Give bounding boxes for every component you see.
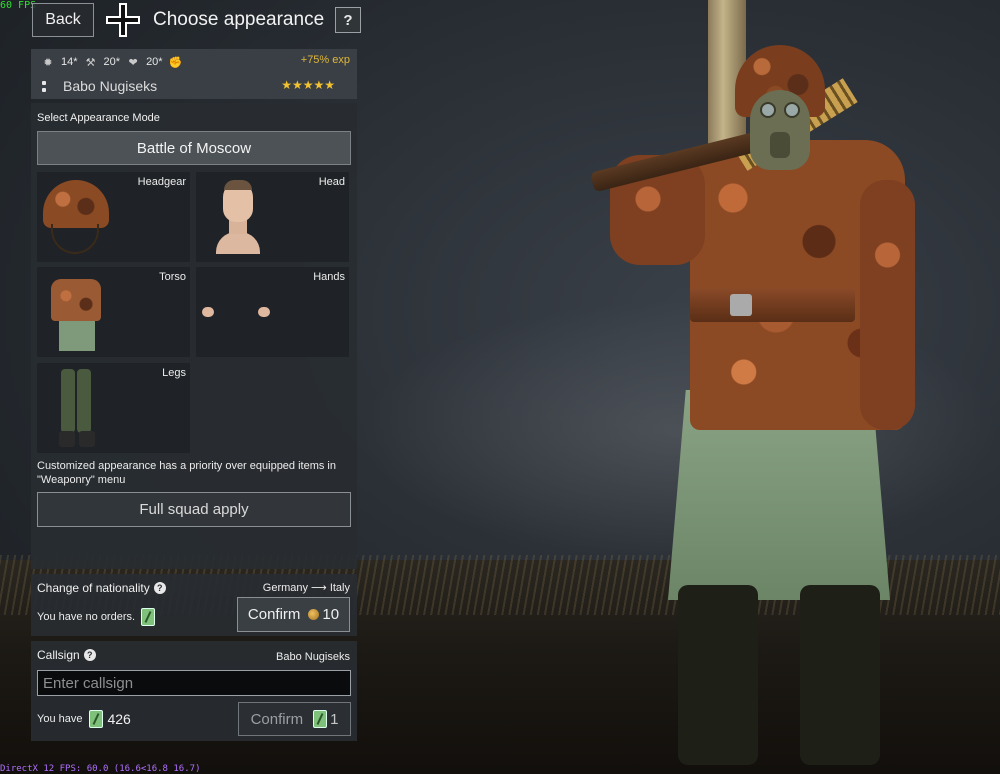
appearance-mode-select[interactable]: Battle of Moscow xyxy=(37,131,351,165)
rank-icon xyxy=(39,78,49,94)
callsign-panel: Callsign ? Babo Nugiseks You have 426 Co… xyxy=(31,641,357,741)
question-icon[interactable]: ? xyxy=(83,649,96,661)
helmet-strap xyxy=(51,224,99,254)
have-label: You have xyxy=(37,713,83,725)
callsign-title-row: Callsign ? xyxy=(37,648,96,662)
render-stats: DirectX 12 FPS: 60.0 (16.6<16.8 16.7) xyxy=(0,764,201,774)
soldier-belt xyxy=(690,288,855,322)
nationality-panel: Change of nationality ? Germany ⟶ Italy Yo… xyxy=(31,574,357,636)
head-shoulders xyxy=(216,232,260,254)
priority-note: Customized appearance has a priority ove… xyxy=(37,460,336,486)
slot-hands[interactable]: Hands xyxy=(196,267,349,357)
page-title: Choose appearance xyxy=(153,9,325,30)
callsign-title: Callsign xyxy=(37,648,80,662)
order-icon xyxy=(89,710,104,728)
soldier-card[interactable]: ✹ 14* ⚒ 20* ❤ 20* ✊ +75% exp Babo Nugise… xyxy=(31,49,357,99)
gas-mask xyxy=(750,90,810,170)
nation-to: Italy xyxy=(329,582,350,594)
nationality-title: Change of nationality xyxy=(37,581,150,595)
soldier-arm-right xyxy=(860,180,915,430)
soldier-name: Babo Nugiseks xyxy=(63,78,158,94)
nationality-cost: 10 xyxy=(322,606,340,623)
nationality-change: Germany ⟶ Italy xyxy=(263,581,350,594)
orders-balance: You have 426 xyxy=(37,710,131,728)
soldier-stats: ✹ 14* ⚒ 20* ❤ 20* ✊ xyxy=(37,52,187,72)
mask-lens-left xyxy=(760,102,776,118)
orders-status: You have no orders. xyxy=(37,608,156,626)
soldier-boot-left xyxy=(678,585,758,765)
question-icon[interactable]: ? xyxy=(153,582,166,594)
hand-right-thumbnail xyxy=(258,307,270,317)
slot-label: Headgear xyxy=(137,176,186,188)
soldier-boot-right xyxy=(800,585,880,765)
heart-icon: ❤ xyxy=(128,56,138,69)
slot-torso[interactable]: Torso xyxy=(37,267,190,357)
slot-label: Hands xyxy=(313,271,345,283)
soldier-rating-stars: ★★★★★ xyxy=(281,78,335,92)
coin-icon xyxy=(308,609,320,620)
back-button[interactable]: Back xyxy=(32,3,94,37)
full-squad-apply-button[interactable]: Full squad apply xyxy=(37,492,351,527)
pants-right xyxy=(77,369,91,433)
current-callsign: Babo Nugiseks xyxy=(276,651,350,663)
mask-lens-right xyxy=(784,102,800,118)
appearance-mode-label: Select Appearance Mode xyxy=(37,112,160,124)
helmet-thumbnail xyxy=(43,180,109,228)
slot-label: Torso xyxy=(159,271,186,283)
stat-value: 14* xyxy=(61,56,78,68)
soldier-model xyxy=(590,40,920,774)
orders-text: You have no orders. xyxy=(37,611,136,623)
arrow-icon: ⟶ xyxy=(311,582,327,594)
balkenkreuz-icon xyxy=(106,3,140,37)
top-bar: Back Choose appearance xyxy=(32,3,324,37)
callsign-cost: 1 xyxy=(330,710,339,728)
fps-counter: 60 FPS xyxy=(0,0,37,11)
slot-head[interactable]: Head xyxy=(196,172,349,262)
boot-icon: ⚒ xyxy=(85,56,96,69)
help-button[interactable]: ? xyxy=(335,7,361,33)
flame-icon: ✹ xyxy=(43,56,53,69)
order-icon xyxy=(313,710,328,728)
confirm-label: Confirm xyxy=(250,710,304,728)
hand-icon: ✊ xyxy=(168,56,183,69)
hand-left-thumbnail xyxy=(202,307,214,317)
boot-left xyxy=(59,431,75,447)
appearance-panel: Select Appearance Mode Battle of Moscow … xyxy=(31,103,357,569)
torso-thumbnail xyxy=(51,279,101,321)
nationality-title-row: Change of nationality ? xyxy=(37,581,166,595)
mask-filter xyxy=(770,132,790,158)
orders-count: 426 xyxy=(107,711,131,727)
soldier-name-row: Babo Nugiseks xyxy=(39,75,157,97)
stat-value: 20* xyxy=(146,56,163,68)
slot-label: Head xyxy=(318,176,345,188)
belt-buckle xyxy=(730,294,752,316)
boot-right xyxy=(79,431,95,447)
head-hair xyxy=(224,180,252,190)
slot-legs[interactable]: Legs xyxy=(37,363,190,453)
slot-label: Legs xyxy=(162,367,186,379)
exp-bonus: +75% exp xyxy=(300,54,350,66)
torso-coat xyxy=(59,319,95,351)
callsign-input[interactable] xyxy=(37,670,351,696)
confirm-callsign-button[interactable]: Confirm 1 xyxy=(238,702,351,736)
confirm-label: Confirm xyxy=(247,606,301,623)
nation-from: Germany xyxy=(262,582,309,594)
confirm-nationality-button[interactable]: Confirm 10 xyxy=(237,597,350,632)
pants-left xyxy=(61,369,75,433)
order-icon xyxy=(141,608,156,626)
stat-value: 20* xyxy=(103,56,121,68)
slot-headgear[interactable]: Headgear xyxy=(37,172,190,262)
